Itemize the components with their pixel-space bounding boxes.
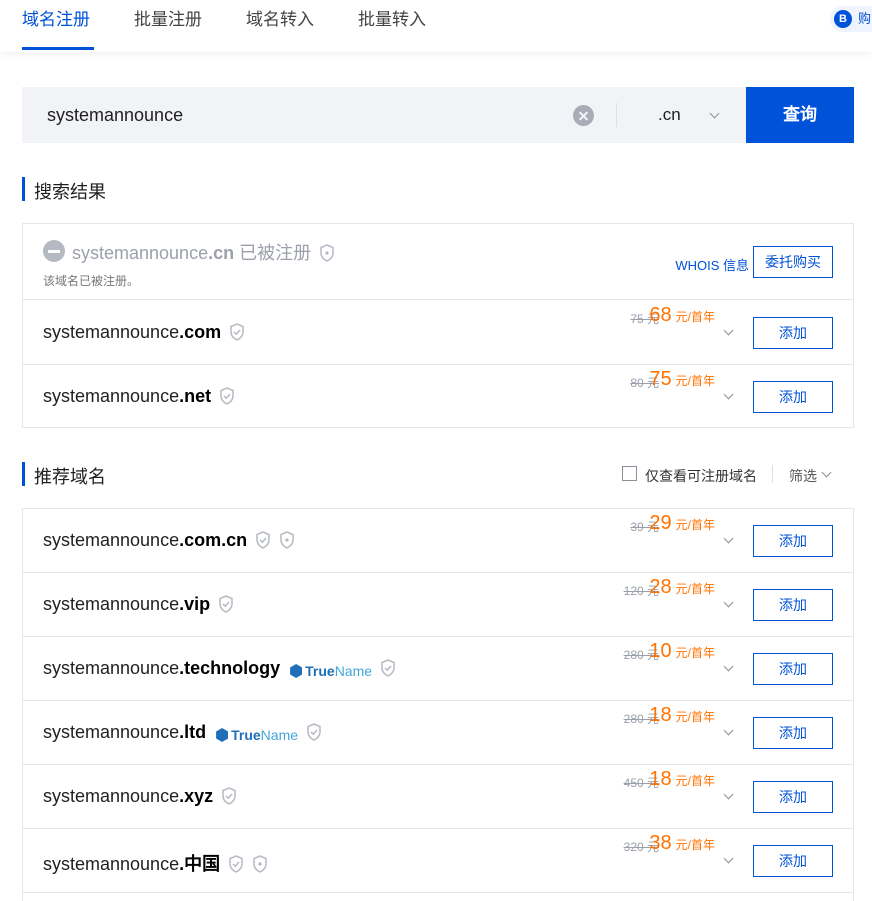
- available-only-checkbox[interactable]: [622, 466, 637, 481]
- shield-check-icon: [230, 323, 244, 341]
- price-chevron-down-icon[interactable]: [723, 389, 734, 400]
- search-button[interactable]: 查询: [746, 87, 854, 143]
- truename-hex-icon: [290, 664, 303, 678]
- price: 29 元/首年: [649, 512, 715, 534]
- price: 18 元/首年: [649, 704, 715, 726]
- price: 75 元/首年: [649, 368, 715, 390]
- domain-name: systemannounce.com: [43, 322, 245, 343]
- add-button[interactable]: 添加: [753, 317, 833, 349]
- cart-label: 购: [858, 11, 872, 26]
- price-chevron-down-icon[interactable]: [723, 325, 734, 336]
- truename-hex-icon: [216, 728, 229, 742]
- shield-check-icon: [229, 855, 243, 873]
- truename-badge-icon: TrueName: [216, 727, 298, 743]
- truename-part2: Name: [334, 663, 373, 679]
- domain-name: systemannounce.xyz: [43, 786, 237, 807]
- cart-button[interactable]: B 购: [830, 6, 872, 32]
- section-accent-bar: [22, 177, 25, 201]
- truename-part1: True: [231, 727, 261, 743]
- result-row-com: systemannounce.com 75 元 68 元/首年 添加: [23, 301, 853, 365]
- recommend-row: systemannounce.ltd TrueName 280 元 18 元/首年 添加: [23, 701, 853, 765]
- price-chevron-down-icon[interactable]: [723, 789, 734, 800]
- tab-batch-register[interactable]: 批量注册: [134, 0, 202, 50]
- domain-name: systemannounce.vip: [43, 594, 234, 615]
- truename-badge-icon: TrueName: [290, 663, 372, 679]
- section-accent-bar: [22, 462, 25, 486]
- recommend-row: systemannounce.com.cn 39 元 29 元/首年 添加: [23, 509, 853, 573]
- active-tab-indicator: [22, 47, 94, 50]
- filter-dropdown[interactable]: 筛选: [789, 466, 817, 486]
- search-divider: [616, 103, 617, 127]
- tab-domain-transfer[interactable]: 域名转入: [246, 0, 314, 50]
- tab-batch-transfer[interactable]: 批量转入: [358, 0, 426, 50]
- domain-search-box: .cn: [22, 87, 746, 143]
- cart-icon: B: [834, 10, 852, 28]
- top-tab-bar: 域名注册 批量注册 域名转入 批量转入 B 购: [0, 0, 872, 52]
- recommend-row: systemannounce.xyz 450 元 18 元/首年 添加: [23, 765, 853, 829]
- minus-circle-icon: [43, 240, 65, 262]
- recommend-row: systemannounce.vip 120 元 28 元/首年 添加: [23, 573, 853, 637]
- price-chevron-down-icon[interactable]: [723, 597, 734, 608]
- section-title: 搜索结果: [34, 182, 106, 202]
- price: 18 元/首年: [649, 768, 715, 790]
- price-chevron-down-icon[interactable]: [723, 661, 734, 672]
- shield-check-icon: [381, 659, 395, 677]
- taken-note: 该域名已被注册。: [43, 274, 140, 288]
- recommend-row: systemannounce.technology TrueName 280 元 10…: [23, 637, 853, 701]
- domain-name: systemannounce.net: [43, 386, 235, 407]
- price: 68 元/首年: [649, 304, 715, 326]
- domain-name: systemannounce.中国: [43, 850, 268, 876]
- price-chevron-down-icon[interactable]: [723, 853, 734, 864]
- agent-purchase-button[interactable]: 委托购买: [753, 246, 833, 278]
- truename-part2: Name: [260, 727, 299, 743]
- available-only-label[interactable]: 仅查看可注册域名: [645, 466, 757, 486]
- domain-name: systemannounce.com.cn: [43, 530, 295, 551]
- shield-check-icon: [219, 595, 233, 613]
- filter-chevron-down-icon[interactable]: [821, 467, 832, 478]
- result-row-net: systemannounce.net 80 元 75 元/首年 添加: [23, 365, 853, 429]
- chevron-down-icon: [709, 108, 720, 119]
- add-button[interactable]: 添加: [753, 589, 833, 621]
- whois-link[interactable]: WHOIS 信息: [675, 255, 749, 274]
- shield-check-icon: [220, 387, 234, 405]
- add-button[interactable]: 添加: [753, 845, 833, 877]
- truename-part1: True: [305, 663, 335, 679]
- shield-check-icon: [307, 723, 321, 741]
- price-chevron-down-icon[interactable]: [723, 533, 734, 544]
- clear-icon[interactable]: [573, 105, 594, 126]
- shield-check-icon: [222, 787, 236, 805]
- recommend-row: systemannounce.中国 320 元 38 元/首年 添加: [23, 829, 853, 893]
- taken-domain-row: systemannounce.cn 已被注册 该域名已被注册。 WHOIS 信息…: [23, 224, 853, 300]
- price: 28 元/首年: [649, 576, 715, 598]
- add-button[interactable]: 添加: [753, 653, 833, 685]
- domain-name: systemannounce.technology TrueName: [43, 658, 396, 679]
- shield-info-icon: [280, 531, 294, 549]
- filter-divider: [772, 465, 773, 483]
- price: 10 元/首年: [649, 640, 715, 662]
- add-button[interactable]: 添加: [753, 525, 833, 557]
- domain-search-input[interactable]: [22, 87, 582, 143]
- shield-check-icon: [256, 531, 270, 549]
- add-button[interactable]: 添加: [753, 781, 833, 813]
- add-button[interactable]: 添加: [753, 381, 833, 413]
- price-chevron-down-icon[interactable]: [723, 725, 734, 736]
- domain-name: systemannounce.ltd TrueName: [43, 722, 322, 743]
- shield-icon: [320, 244, 334, 262]
- section-title: 推荐域名: [34, 467, 106, 487]
- taken-domain-name: systemannounce.cn 已被注册: [72, 239, 335, 265]
- tld-select[interactable]: .cn: [618, 87, 746, 143]
- shield-info-icon: [253, 855, 267, 873]
- tld-select-value: .cn: [658, 105, 681, 124]
- recommend-panel: systemannounce.com.cn 39 元 29 元/首年 添加 systema…: [22, 508, 854, 901]
- add-button[interactable]: 添加: [753, 717, 833, 749]
- price: 38 元/首年: [649, 832, 715, 854]
- tab-domain-register[interactable]: 域名注册: [22, 0, 90, 50]
- search-results-panel: systemannounce.cn 已被注册 该域名已被注册。 WHOIS 信息…: [22, 223, 854, 428]
